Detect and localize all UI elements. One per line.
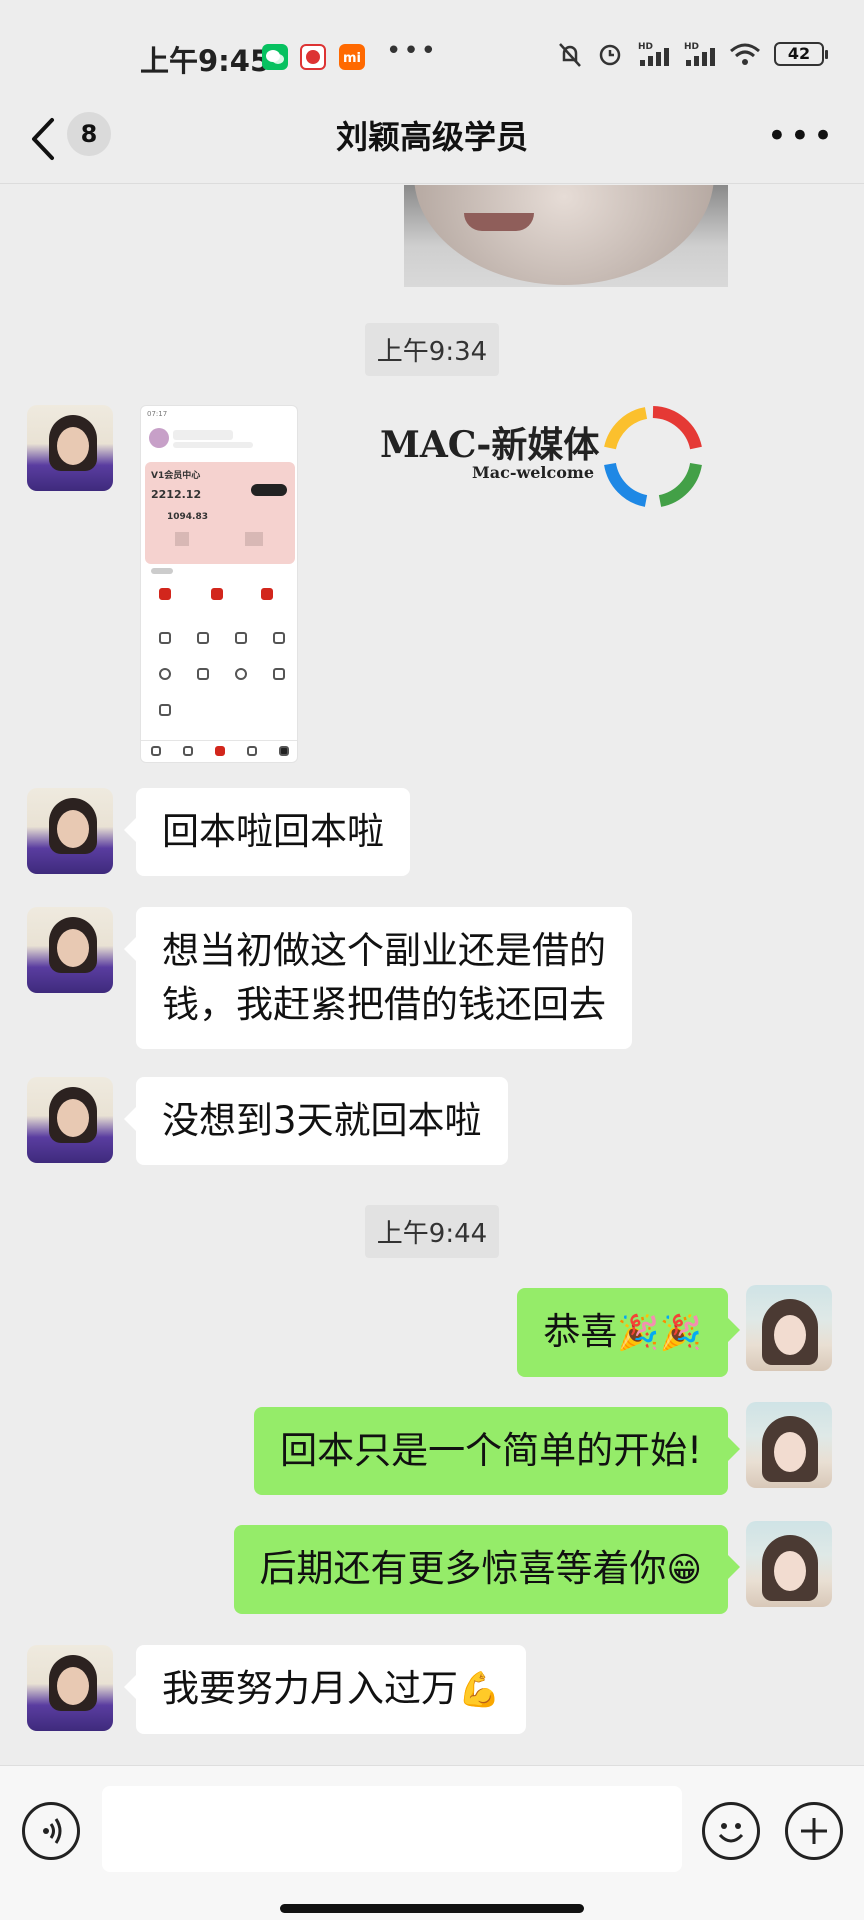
message-text: 没想到3天就回本啦 [162, 1099, 482, 1142]
app-notification-icon [300, 44, 326, 70]
mac-logo-image: MAC-新媒体 Mac-welcome [376, 400, 712, 520]
message-bubble-self[interactable]: 回本只是一个简单的开始! [254, 1407, 740, 1495]
message-text-line: 想当初做这个副业还是借的 [162, 929, 606, 972]
logo-text: MAC-新媒体 [380, 424, 600, 466]
timestamp: 上午9:44 [0, 1205, 864, 1258]
emoji-icon[interactable] [702, 1802, 760, 1860]
flexed-biceps-emoji: 💪 [458, 1670, 501, 1710]
mute-icon [559, 43, 581, 67]
cycle-arrows-icon [604, 406, 702, 507]
member-card: V1会员中心 2212.12 1094.83 [145, 462, 295, 564]
signal-icon: HD [638, 42, 669, 66]
battery-icon: 42 [774, 42, 828, 66]
more-icon[interactable]: ••• [767, 119, 836, 153]
message-text: 恭喜 [543, 1310, 618, 1353]
avatar-self[interactable] [746, 1285, 832, 1371]
message-bubble[interactable]: 回本啦回本啦 [124, 788, 410, 876]
message-bubble[interactable]: 没想到3天就回本啦 [124, 1077, 508, 1165]
message-bubble-self[interactable]: 后期还有更多惊喜等着你😁 [233, 1525, 741, 1614]
timestamp-text: 上午9:34 [364, 323, 500, 376]
avatar[interactable] [27, 788, 113, 874]
plus-icon[interactable] [785, 1802, 843, 1860]
message-text: 后期还有更多惊喜等着你 [259, 1547, 667, 1590]
mi-notification-icon: mi [339, 44, 365, 70]
message-text: 我要努力月入过万 [162, 1667, 458, 1710]
avatar[interactable] [27, 907, 113, 993]
avatar-self[interactable] [746, 1402, 832, 1488]
message-input[interactable] [102, 1786, 682, 1872]
message-bubble[interactable]: 我要努力月入过万💪 [123, 1645, 527, 1734]
network-label: HD [684, 42, 699, 52]
message-bubble-self[interactable]: 恭喜🎉🎉 [517, 1288, 740, 1377]
network-label: HD [638, 42, 653, 52]
status-icons: HD HD 42 [556, 40, 828, 68]
photo-message[interactable] [404, 185, 728, 287]
alarm-icon [599, 44, 621, 66]
input-bar [0, 1765, 864, 1920]
image-message[interactable]: 07:17 V1会员中心 2212.12 1094.83 [140, 405, 298, 763]
home-indicator[interactable] [280, 1904, 584, 1913]
chat-title: 刘颖高级学员 [335, 118, 528, 156]
photo-face [414, 185, 714, 285]
voice-icon[interactable] [22, 1802, 80, 1860]
status-time: 上午9:45 [140, 44, 271, 78]
avatar[interactable] [27, 1645, 113, 1731]
message-bubble[interactable]: 想当初做这个副业还是借的 钱，我赶紧把借的钱还回去 [124, 907, 632, 1049]
message-text-line: 钱，我赶紧把借的钱还回去 [162, 983, 606, 1026]
grin-emoji: 😁 [666, 1550, 702, 1590]
wifi-icon [730, 43, 760, 65]
message-text: 回本只是一个简单的开始! [280, 1429, 702, 1472]
timestamp-text: 上午9:44 [364, 1205, 500, 1258]
photo-mouth [464, 213, 534, 231]
timestamp: 上午9:34 [0, 323, 864, 376]
message-text: 回本啦回本啦 [162, 810, 384, 853]
more-notifications-icon: ••• [386, 36, 439, 66]
wechat-notification-icon [262, 44, 288, 70]
avatar[interactable] [27, 1077, 113, 1163]
message-list[interactable]: 上午9:34 07:17 V1会员中心 2212.12 1094.83 MAC-… [0, 185, 864, 1755]
party-popper-emoji: 🎉🎉 [617, 1313, 702, 1353]
signal-icon-2: HD [684, 42, 715, 66]
avatar[interactable] [27, 405, 113, 491]
logo-subtext: Mac-welcome [472, 463, 595, 482]
svg-text:mi: mi [343, 51, 361, 66]
avatar-self[interactable] [746, 1521, 832, 1607]
